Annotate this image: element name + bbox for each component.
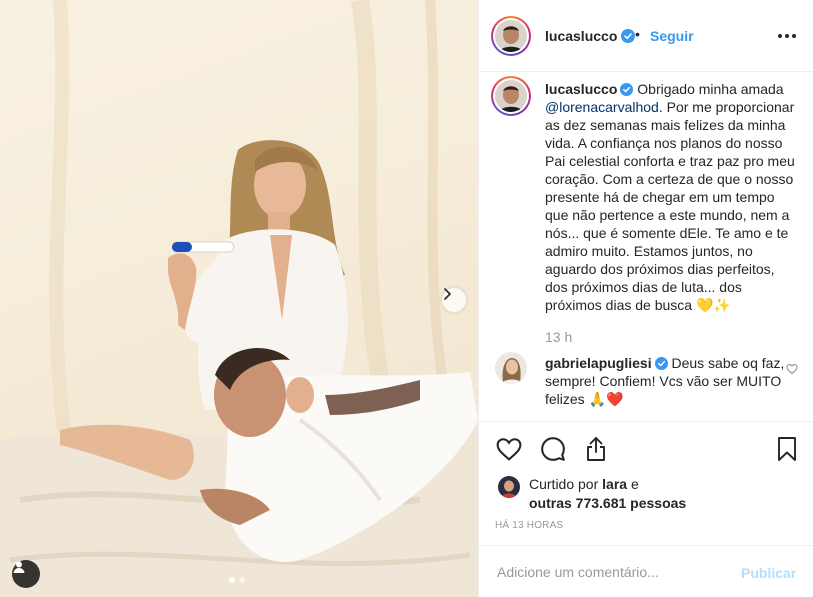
liked-by-prefix: Curtido por [529, 476, 599, 492]
post-side-panel: lucaslucco • Seguir lucaslucco Obrigado … [478, 0, 813, 597]
liked-by-conjunction: e [630, 476, 639, 492]
photo-illustration [0, 0, 478, 597]
follow-button[interactable]: Seguir [650, 28, 694, 44]
author-username[interactable]: lucaslucco [545, 28, 617, 44]
comment-bubble-icon [541, 437, 565, 461]
caption-text-rest: . Por me proporcionar as dez semanas mai… [545, 99, 795, 313]
author-avatar[interactable] [491, 16, 531, 56]
user-tags-button[interactable] [12, 560, 40, 588]
verified-badge-icon [621, 29, 635, 43]
share-button[interactable] [582, 435, 610, 463]
caption-timestamp[interactable]: 13 h [545, 329, 572, 345]
caption-author-avatar[interactable] [491, 76, 531, 116]
avatar-image [495, 20, 527, 52]
post-photo[interactable] [0, 0, 478, 597]
header-separator: • [635, 26, 640, 42]
more-options-button[interactable] [777, 26, 797, 46]
caption-mention-link[interactable]: @lorenacarvalhod [545, 99, 659, 115]
likes-count-link[interactable]: outras 773.681 pessoas [529, 495, 686, 511]
avatar-image [495, 80, 527, 112]
heart-icon [496, 438, 522, 461]
post-timestamp[interactable]: HÁ 13 HORAS [495, 520, 563, 531]
verified-badge-icon [654, 357, 668, 370]
instagram-post: lucaslucco • Seguir lucaslucco Obrigado … [0, 0, 813, 597]
save-button[interactable] [773, 435, 801, 463]
post-caption: lucaslucco Obrigado minha amada @lorenac… [545, 80, 800, 314]
comments-section[interactable]: lucaslucco Obrigado minha amada @lorenac… [479, 72, 813, 422]
likes-section: Curtido por lara e outras 773.681 pessoa… [479, 470, 813, 540]
comment-button[interactable] [539, 435, 567, 463]
like-button[interactable] [495, 435, 523, 463]
more-options-icon [778, 34, 782, 38]
liker-avatar[interactable] [498, 476, 520, 498]
chevron-right-icon [444, 288, 452, 300]
carousel-dot [239, 577, 245, 583]
caption-text-start: Obrigado minha amada [637, 81, 784, 97]
commenter-avatar[interactable] [495, 352, 527, 384]
liked-by-user[interactable]: lara [602, 476, 627, 492]
next-photo-button[interactable] [442, 288, 466, 312]
avatar-image [498, 476, 520, 498]
comment-input[interactable] [497, 560, 727, 584]
liked-by-text: Curtido por lara e outras 773.681 pessoa… [529, 475, 686, 513]
carousel-indicator [229, 577, 245, 583]
avatar-image [495, 352, 527, 384]
carousel-dot-active [229, 577, 235, 583]
caption-username[interactable]: lucaslucco [545, 81, 617, 97]
comment-item: gabrielapugliesi Deus sabe oq faz, sempr… [545, 354, 785, 408]
user-tag-icon [13, 561, 25, 573]
comment-username[interactable]: gabrielapugliesi [545, 355, 652, 371]
share-icon [587, 437, 605, 461]
publish-button[interactable]: Publicar [741, 565, 796, 581]
post-header: lucaslucco • Seguir [479, 0, 813, 72]
bookmark-icon [778, 437, 796, 461]
add-comment-bar: Publicar [479, 545, 813, 597]
comment-like-heart-icon[interactable] [786, 363, 798, 375]
verified-badge-icon [620, 83, 634, 96]
